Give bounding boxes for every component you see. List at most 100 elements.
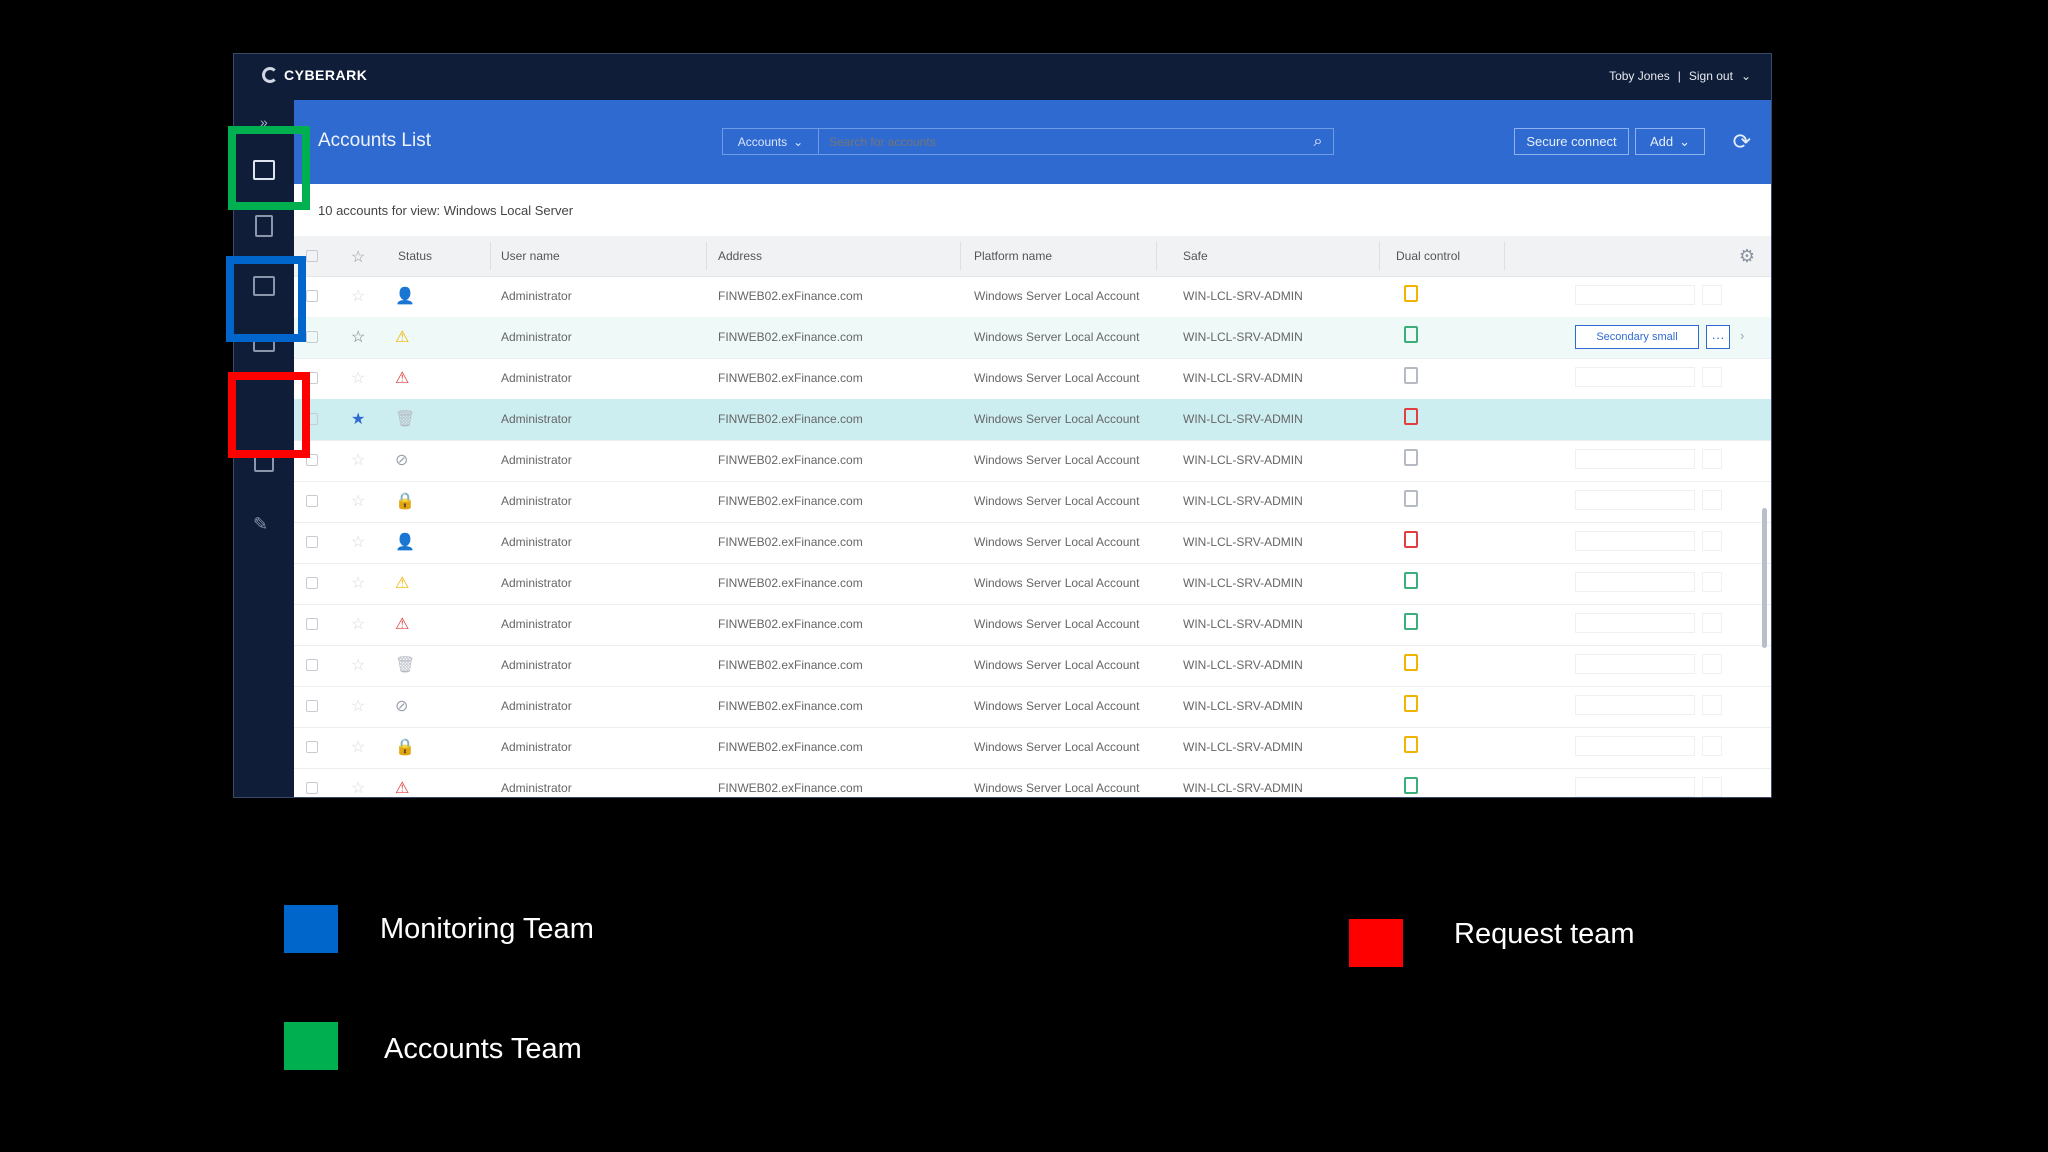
row-more-placeholder[interactable] bbox=[1702, 367, 1722, 387]
cell-address[interactable]: FINWEB02.exFinance.com bbox=[718, 699, 863, 713]
table-row[interactable]: ★ 🗑 Administrator FINWEB02.exFinance.com Win… bbox=[294, 399, 1771, 441]
column-status[interactable]: Status bbox=[398, 249, 432, 263]
table-row[interactable]: ☆ 👤 Administrator FINWEB02.exFinance.com Win… bbox=[294, 276, 1771, 318]
row-checkbox[interactable] bbox=[306, 741, 318, 753]
row-checkbox[interactable] bbox=[306, 331, 318, 343]
cell-address[interactable]: FINWEB02.exFinance.com bbox=[718, 289, 863, 303]
table-row[interactable]: ☆ ⚠ Administrator FINWEB02.exFinance.com Win… bbox=[294, 317, 1771, 359]
dual-control-icon bbox=[1404, 326, 1418, 343]
row-action-placeholder[interactable] bbox=[1575, 736, 1695, 756]
favorite-star-icon[interactable]: ★ bbox=[351, 409, 365, 429]
row-more-placeholder[interactable] bbox=[1702, 777, 1722, 797]
row-more-placeholder[interactable] bbox=[1702, 613, 1722, 633]
cell-platform-name: Windows Server Local Account bbox=[974, 330, 1140, 344]
table-row[interactable]: ☆ ⚠ Administrator FINWEB02.exFinance.com Win… bbox=[294, 768, 1771, 797]
row-checkbox[interactable] bbox=[306, 495, 318, 507]
favorite-star-icon[interactable]: ☆ bbox=[351, 737, 365, 757]
table-row[interactable]: ☆ ⊘ Administrator FINWEB02.exFinance.com Win… bbox=[294, 686, 1771, 728]
chevron-right-icon[interactable]: › bbox=[1740, 328, 1744, 343]
column-divider bbox=[960, 242, 961, 270]
search-icon[interactable]: ⌕ bbox=[1303, 129, 1333, 154]
row-action-placeholder[interactable] bbox=[1575, 613, 1695, 633]
cell-address[interactable]: FINWEB02.exFinance.com bbox=[718, 330, 863, 344]
row-more-placeholder[interactable] bbox=[1702, 572, 1722, 592]
column-dual-control[interactable]: Dual control bbox=[1396, 249, 1460, 263]
row-action-placeholder[interactable] bbox=[1575, 285, 1695, 305]
row-checkbox[interactable] bbox=[306, 659, 318, 671]
row-checkbox[interactable] bbox=[306, 577, 318, 589]
lock-icon: 🔒 bbox=[395, 493, 415, 510]
user-menu[interactable]: Toby Jones | Sign out ⌄ bbox=[1609, 69, 1751, 83]
row-action-placeholder[interactable] bbox=[1575, 531, 1695, 551]
add-button[interactable]: Add ⌄ bbox=[1635, 128, 1705, 155]
row-checkbox[interactable] bbox=[306, 290, 318, 302]
table-row[interactable]: ☆ 🔒 Administrator FINWEB02.exFinance.com Win… bbox=[294, 481, 1771, 523]
favorite-star-icon[interactable]: ☆ bbox=[351, 450, 365, 470]
favorite-star-icon[interactable]: ☆ bbox=[351, 696, 365, 716]
secure-connect-button[interactable]: Secure connect bbox=[1514, 128, 1629, 155]
table-row[interactable]: ☆ ⚠ Administrator FINWEB02.exFinance.com Win… bbox=[294, 604, 1771, 646]
favorite-star-icon[interactable]: ☆ bbox=[351, 327, 365, 347]
select-all-checkbox[interactable] bbox=[306, 250, 318, 262]
search-category-select[interactable]: Accounts ⌄ bbox=[723, 129, 819, 154]
cell-address[interactable]: FINWEB02.exFinance.com bbox=[718, 658, 863, 672]
favorite-star-icon[interactable]: ☆ bbox=[351, 532, 365, 552]
table-row[interactable]: ☆ 👤 Administrator FINWEB02.exFinance.com Win… bbox=[294, 522, 1771, 564]
cell-address[interactable]: FINWEB02.exFinance.com bbox=[718, 576, 863, 590]
column-safe[interactable]: Safe bbox=[1183, 249, 1208, 263]
favorite-star-icon[interactable]: ☆ bbox=[351, 573, 365, 593]
column-user-name[interactable]: User name bbox=[501, 249, 560, 263]
row-action-placeholder[interactable] bbox=[1575, 449, 1695, 469]
row-action-placeholder[interactable] bbox=[1575, 367, 1695, 387]
row-action-placeholder[interactable] bbox=[1575, 490, 1695, 510]
favorite-star-icon[interactable]: ☆ bbox=[351, 286, 365, 306]
table-row[interactable]: ☆ 🗑 Administrator FINWEB02.exFinance.com Win… bbox=[294, 645, 1771, 687]
cell-address[interactable]: FINWEB02.exFinance.com bbox=[718, 781, 863, 795]
column-address[interactable]: Address bbox=[718, 249, 762, 263]
row-action-placeholder[interactable] bbox=[1575, 777, 1695, 797]
row-more-placeholder[interactable] bbox=[1702, 531, 1722, 551]
search-input[interactable] bbox=[819, 129, 1303, 154]
results-summary: 10 accounts for view: Windows Local Serv… bbox=[294, 184, 1771, 236]
favorite-star-icon[interactable]: ☆ bbox=[351, 614, 365, 634]
row-action-placeholder[interactable] bbox=[1575, 572, 1695, 592]
row-checkbox[interactable] bbox=[306, 700, 318, 712]
row-checkbox[interactable] bbox=[306, 536, 318, 548]
favorite-star-icon[interactable]: ☆ bbox=[351, 778, 365, 797]
row-more-placeholder[interactable] bbox=[1702, 695, 1722, 715]
favorite-star-icon[interactable]: ☆ bbox=[351, 368, 365, 388]
column-platform-name[interactable]: Platform name bbox=[974, 249, 1052, 263]
table-row[interactable]: ☆ 🔒 Administrator FINWEB02.exFinance.com Win… bbox=[294, 727, 1771, 769]
row-checkbox[interactable] bbox=[306, 782, 318, 794]
cell-address[interactable]: FINWEB02.exFinance.com bbox=[718, 535, 863, 549]
gear-icon[interactable]: ⚙ bbox=[1739, 246, 1755, 267]
cell-address[interactable]: FINWEB02.exFinance.com bbox=[718, 453, 863, 467]
table-row[interactable]: ☆ ⊘ Administrator FINWEB02.exFinance.com Win… bbox=[294, 440, 1771, 482]
row-action-placeholder[interactable] bbox=[1575, 695, 1695, 715]
row-checkbox[interactable] bbox=[306, 618, 318, 630]
refresh-icon[interactable]: ⟳ bbox=[1733, 128, 1751, 155]
secondary-small-button[interactable]: Secondary small bbox=[1575, 325, 1699, 349]
star-icon[interactable]: ☆ bbox=[351, 247, 365, 267]
cell-address[interactable]: FINWEB02.exFinance.com bbox=[718, 371, 863, 385]
row-action-placeholder[interactable] bbox=[1575, 654, 1695, 674]
signout-link[interactable]: Sign out bbox=[1689, 69, 1733, 83]
cell-address[interactable]: FINWEB02.exFinance.com bbox=[718, 617, 863, 631]
row-more-placeholder[interactable] bbox=[1702, 490, 1722, 510]
wrench-icon[interactable]: ✎ bbox=[253, 514, 273, 534]
table-scrollbar[interactable] bbox=[1762, 508, 1767, 648]
row-more-placeholder[interactable] bbox=[1702, 285, 1722, 305]
favorite-star-icon[interactable]: ☆ bbox=[351, 491, 365, 511]
row-more-placeholder[interactable] bbox=[1702, 736, 1722, 756]
table-row[interactable]: ☆ ⚠ Administrator FINWEB02.exFinance.com Win… bbox=[294, 358, 1771, 400]
favorite-star-icon[interactable]: ☆ bbox=[351, 655, 365, 675]
table-row[interactable]: ☆ ⚠ Administrator FINWEB02.exFinance.com Win… bbox=[294, 563, 1771, 605]
more-options-button[interactable]: ··· bbox=[1706, 325, 1730, 349]
cell-address[interactable]: FINWEB02.exFinance.com bbox=[718, 494, 863, 508]
row-more-placeholder[interactable] bbox=[1702, 654, 1722, 674]
cell-address[interactable]: FINWEB02.exFinance.com bbox=[718, 740, 863, 754]
row-more-placeholder[interactable] bbox=[1702, 449, 1722, 469]
cell-address[interactable]: FINWEB02.exFinance.com bbox=[718, 412, 863, 426]
sidebar-item-applications-icon[interactable] bbox=[255, 215, 273, 237]
chevron-down-icon[interactable]: ⌄ bbox=[1741, 69, 1751, 83]
